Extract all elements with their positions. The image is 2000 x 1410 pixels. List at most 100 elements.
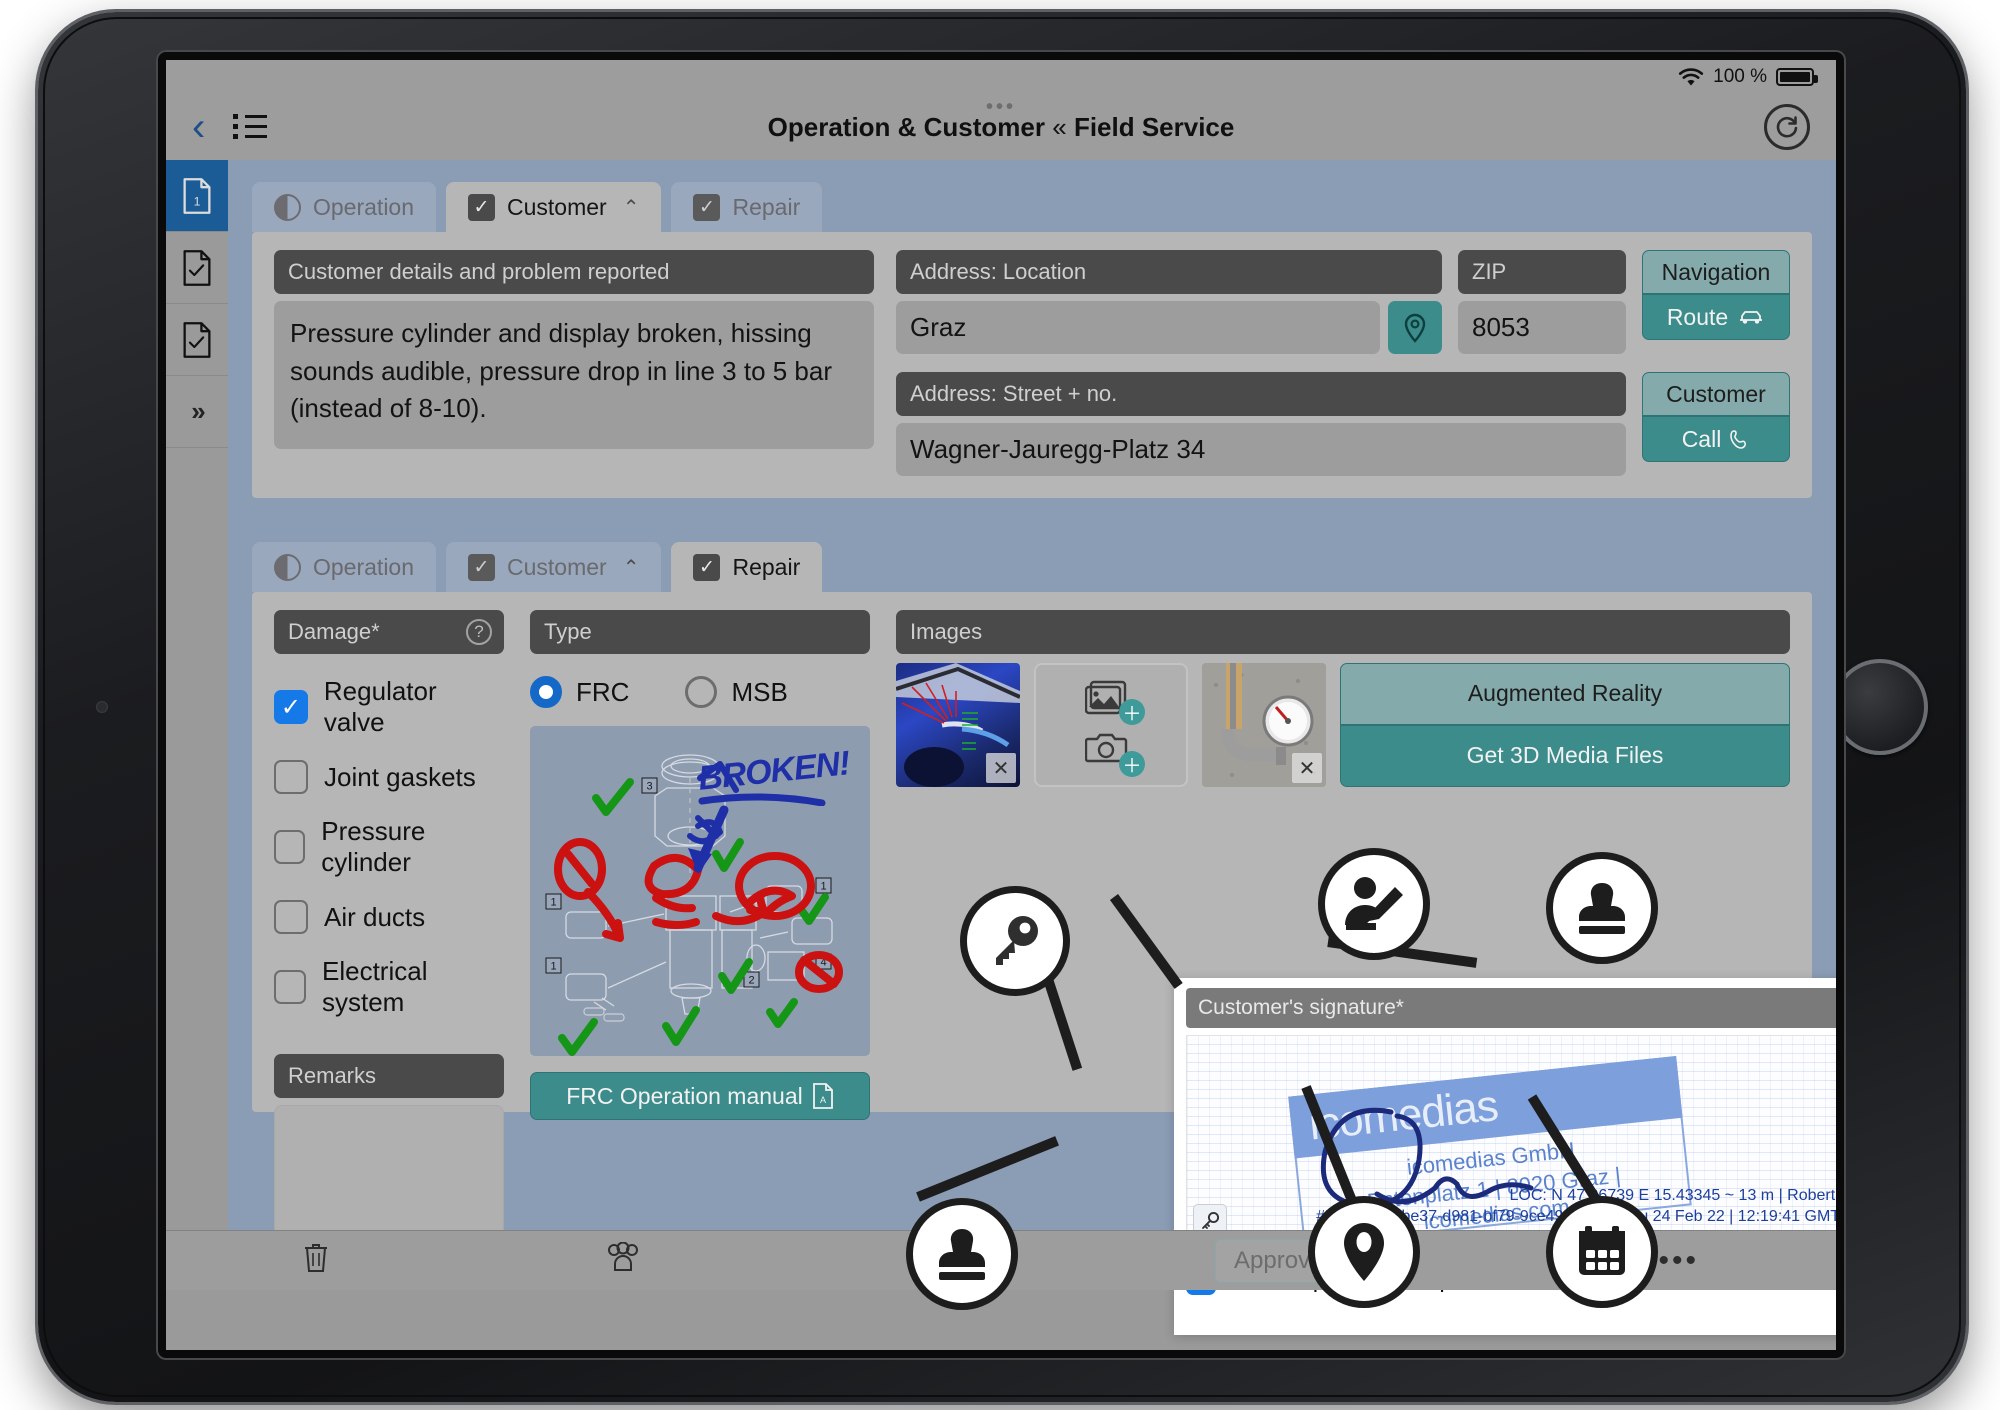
- help-circle-icon[interactable]: ?: [466, 619, 492, 645]
- people-icon[interactable]: [603, 1241, 643, 1280]
- location-input[interactable]: Graz: [896, 301, 1380, 354]
- image-thumbnail-blue-hose[interactable]: ✕: [896, 663, 1020, 787]
- list-icon[interactable]: [233, 114, 268, 140]
- nav-bar: ‹ ••• Operation & Customer « Field Servi…: [166, 94, 1836, 160]
- close-icon[interactable]: ✕: [986, 753, 1016, 783]
- tab-customer[interactable]: ✓ Customer ⌃: [446, 182, 662, 232]
- type-option-label: FRC: [576, 676, 630, 707]
- damage-option-pressure-cylinder[interactable]: Pressure cylinder: [274, 816, 504, 878]
- manual-button[interactable]: FRC Operation manual A: [530, 1072, 870, 1120]
- damage-label-text: Damage*: [288, 619, 380, 644]
- svg-text:3: 3: [646, 781, 652, 793]
- images-strip: ✕ ＋ ＋ ✕ Augmented Reality Get 3D Media F…: [896, 663, 1790, 787]
- type-option-label: MSB: [731, 676, 788, 707]
- stamp-icon: [939, 1229, 985, 1280]
- chevron-double-right-icon: »: [191, 396, 206, 426]
- type-option-frc[interactable]: FRC: [530, 676, 629, 708]
- callout-stamp-left[interactable]: [906, 1198, 1018, 1310]
- sidebar-item-document-checked-2[interactable]: [166, 304, 228, 376]
- images-label: Images: [896, 610, 1790, 654]
- key-icon: [996, 916, 1038, 965]
- customer-tabstrip: Operation ✓ Customer ⌃ ✓ Repair: [252, 178, 1812, 232]
- refresh-icon[interactable]: [1764, 104, 1810, 150]
- tab-repair-label: Repair: [732, 193, 801, 220]
- plus-icon: ＋: [1119, 699, 1145, 725]
- damage-option-label: Electrical system: [322, 956, 428, 1017]
- checkbox-icon: [274, 900, 308, 934]
- route-button[interactable]: Route: [1642, 294, 1790, 340]
- signature-meta-line-1: LOC: N 47.06739 E 15.43345 ~ 13 m | Robe…: [1509, 1186, 1837, 1204]
- drag-handle-dots[interactable]: •••: [166, 96, 1836, 119]
- add-media-box[interactable]: ＋ ＋: [1034, 663, 1188, 787]
- trash-icon[interactable]: [303, 1241, 329, 1281]
- customer-button[interactable]: Customer: [1642, 372, 1790, 416]
- document-checked-icon: [183, 321, 211, 358]
- augmented-reality-button[interactable]: Augmented Reality: [1340, 663, 1790, 725]
- tab-customer-2[interactable]: ✓ Customer ⌃: [446, 542, 662, 592]
- tab-operation-label: Operation: [313, 193, 415, 220]
- sidebar-item-document-checked-1[interactable]: [166, 232, 228, 304]
- callout-location[interactable]: [1308, 1196, 1420, 1308]
- damage-option-label: Air ducts: [324, 901, 426, 932]
- checkbox-icon: ✓: [693, 553, 721, 581]
- radio-icon: [685, 676, 718, 708]
- call-button[interactable]: Call: [1642, 416, 1790, 462]
- page-title-sub: Field Service: [1073, 111, 1235, 142]
- zip-input[interactable]: 8053: [1458, 301, 1626, 354]
- customer-details-text[interactable]: Pressure cylinder and display broken, hi…: [274, 301, 874, 449]
- tab-repair[interactable]: ✓ Repair: [671, 182, 823, 232]
- customer-card: Customer details and problem reported Pr…: [252, 232, 1812, 498]
- pdf-icon: A: [812, 1083, 833, 1109]
- signature-label: Customer's signature*: [1186, 988, 1836, 1028]
- svg-text:1: 1: [550, 897, 556, 909]
- radio-icon: [530, 676, 562, 708]
- svg-text:A: A: [820, 1095, 826, 1105]
- map-pin-icon[interactable]: [1388, 301, 1442, 354]
- home-button[interactable]: [1832, 659, 1928, 755]
- annotated-technical-drawing[interactable]: 3 1 1 1 2 4 BROKEN!: [530, 726, 870, 1056]
- tab-operation-2[interactable]: Operation: [252, 542, 437, 592]
- callout-stamp-right[interactable]: [1546, 852, 1658, 964]
- svg-text:1: 1: [194, 194, 201, 208]
- image-thumbnail-pressure-gauge[interactable]: ✕: [1202, 663, 1326, 787]
- tab-customer-label-2: Customer: [507, 553, 607, 580]
- sidebar-item-document-1[interactable]: 1: [166, 160, 228, 232]
- sidebar-expand-button[interactable]: »: [166, 376, 228, 448]
- damage-option-electrical-system[interactable]: Electrical system: [274, 956, 504, 1018]
- damage-option-joint-gaskets[interactable]: Joint gaskets: [274, 760, 504, 794]
- checkbox-icon: ✓: [274, 690, 308, 724]
- map-pin-icon: [1344, 1223, 1384, 1281]
- damage-option-label: Regulator valve: [323, 676, 437, 737]
- document-1-icon: 1: [183, 177, 211, 214]
- street-input[interactable]: Wagner-Jauregg-Platz 34: [896, 423, 1626, 476]
- checkbox-icon: [274, 830, 306, 864]
- back-chevron-icon[interactable]: ‹: [192, 107, 205, 147]
- callout-signature-person[interactable]: [1318, 848, 1430, 960]
- tab-repair-2[interactable]: ✓ Repair: [671, 542, 823, 592]
- damage-option-regulator-valve[interactable]: ✓ Regulator valve: [274, 676, 504, 738]
- add-image-icon[interactable]: ＋: [1084, 679, 1145, 725]
- signature-canvas[interactable]: icomedias icomedias GmbH Entenplatz 1 | …: [1186, 1035, 1836, 1253]
- chevron-up-icon[interactable]: ⌃: [623, 555, 640, 580]
- get-3d-media-button[interactable]: Get 3D Media Files: [1340, 725, 1790, 787]
- car-icon: [1740, 311, 1763, 324]
- chevron-up-icon[interactable]: ⌃: [623, 195, 640, 220]
- more-dots-icon[interactable]: •••: [1658, 1244, 1699, 1278]
- repair-tabstrip: Operation ✓ Customer ⌃ ✓ Repair: [252, 538, 1812, 592]
- damage-option-label: Pressure cylinder: [321, 816, 426, 877]
- navigation-button[interactable]: Navigation: [1642, 250, 1790, 294]
- half-circle-icon: [274, 553, 301, 581]
- type-option-msb[interactable]: MSB: [685, 676, 788, 708]
- plus-icon: ＋: [1119, 751, 1145, 777]
- callout-calendar[interactable]: [1546, 1196, 1658, 1308]
- page-rail: 1 »: [166, 160, 228, 1290]
- status-bar: 100 %: [166, 60, 1836, 94]
- type-radio-group: FRC MSB: [530, 676, 870, 708]
- callout-key[interactable]: [960, 886, 1070, 996]
- page-title-main: Operation & Customer: [767, 111, 1046, 142]
- damage-option-air-ducts[interactable]: Air ducts: [274, 900, 504, 934]
- stamp-icon: [1579, 883, 1625, 934]
- add-photo-camera-icon[interactable]: ＋: [1084, 731, 1145, 777]
- tab-operation[interactable]: Operation: [252, 182, 437, 232]
- close-icon[interactable]: ✕: [1292, 753, 1322, 783]
